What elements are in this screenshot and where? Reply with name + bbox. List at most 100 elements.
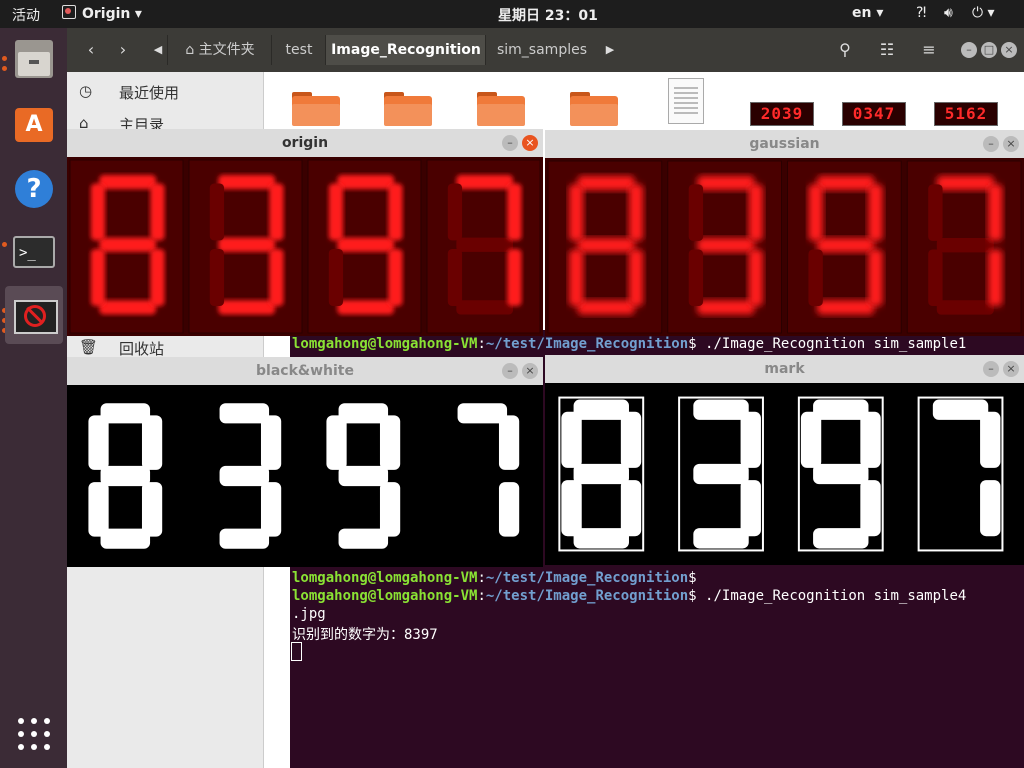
segment-a	[99, 174, 157, 190]
launcher-dock: A ? >_	[0, 28, 67, 768]
segment-a	[337, 174, 395, 190]
activities-button[interactable]: 活动	[12, 5, 40, 25]
crumb-left-arrow[interactable]: ◀	[151, 35, 165, 65]
close-icon[interactable]: ×	[522, 135, 538, 151]
segment-e	[447, 248, 463, 306]
app-menu[interactable]: Origin ▾	[62, 5, 142, 22]
image-thumbnail[interactable]: 5162	[934, 102, 998, 126]
segment-c	[260, 482, 282, 537]
window-title: gaussian	[749, 136, 820, 152]
segment-f	[326, 415, 347, 470]
language-indicator[interactable]: en ▾	[852, 5, 883, 21]
terminal-icon[interactable]: >_	[5, 224, 63, 282]
network-icon[interactable]: ⁈	[916, 5, 926, 21]
app-window-icon	[62, 5, 76, 19]
segment-b	[980, 411, 1001, 468]
terminal-line: lomgahong@lomgahong-VM:~/test/Image_Reco…	[292, 336, 966, 352]
segment-d	[577, 300, 635, 315]
segment-c	[628, 249, 644, 307]
segment-b	[620, 411, 642, 468]
view-toggle-icon[interactable]: ☷	[871, 35, 903, 65]
app-grid-icon[interactable]	[18, 718, 50, 750]
minimize-icon[interactable]: –	[961, 42, 977, 58]
segment-f	[88, 415, 109, 470]
segment-a	[932, 399, 989, 420]
chevron-down-icon: ▾	[134, 6, 142, 22]
mark-window[interactable]: mark – ×	[545, 355, 1024, 565]
prompt-separator: :	[477, 570, 486, 586]
segment-d	[218, 300, 276, 315]
files-icon[interactable]	[5, 30, 63, 88]
folder-icon[interactable]	[570, 86, 618, 126]
segment-d	[573, 528, 629, 549]
black-white-window[interactable]: black&white – ×	[67, 357, 543, 567]
gaussian-window[interactable]: gaussian – ×	[545, 130, 1024, 336]
segment-b	[740, 411, 761, 468]
prompt-separator: :	[477, 588, 486, 604]
segment-f	[688, 184, 704, 241]
segment-c	[498, 482, 520, 537]
search-icon[interactable]: ⚲	[829, 35, 861, 65]
segment-e	[328, 248, 344, 306]
volume-icon[interactable]: 🔊︎	[944, 5, 953, 21]
origin-window[interactable]: origin – ×	[67, 129, 543, 336]
segment-c	[740, 480, 761, 537]
segment-g	[936, 238, 994, 253]
segment-f	[328, 183, 344, 241]
sidebar-item-label: 回收站	[119, 340, 165, 358]
close-icon[interactable]: ×	[1003, 361, 1019, 377]
close-icon[interactable]: ×	[1001, 42, 1017, 58]
power-icon[interactable]: ⏻ ▾	[972, 5, 995, 21]
segment-e	[928, 249, 943, 307]
close-icon[interactable]: ×	[522, 363, 538, 379]
segment-c	[150, 248, 165, 306]
breadcrumb-home[interactable]: ⌂ 主文件夹	[167, 35, 272, 65]
segment-g	[813, 463, 869, 485]
segment-g	[99, 237, 157, 252]
segment-b	[260, 415, 282, 470]
segment-b	[988, 184, 1003, 241]
segment-d	[813, 528, 869, 549]
clock[interactable]: 星期日 23：01	[498, 5, 598, 25]
segment-e	[688, 249, 704, 307]
segment-d	[936, 300, 994, 315]
clock-icon: ◷	[79, 82, 93, 100]
image-thumbnail[interactable]: 0347	[842, 102, 906, 126]
origin-app-icon[interactable]	[5, 286, 63, 344]
image-thumbnail[interactable]: 2039	[750, 102, 814, 126]
sidebar-item-recent[interactable]: ◷ 最近使用	[67, 78, 263, 108]
close-icon[interactable]: ×	[1003, 136, 1019, 152]
breadcrumb-sim-samples[interactable]: sim_samples	[485, 35, 598, 65]
segment-g	[577, 238, 635, 253]
breadcrumb-test[interactable]: test	[271, 35, 326, 65]
document-icon[interactable]	[668, 78, 704, 124]
minimize-icon[interactable]: –	[983, 361, 999, 377]
help-icon[interactable]: ?	[5, 160, 63, 218]
minimize-icon[interactable]: –	[502, 135, 518, 151]
maximize-icon[interactable]: □	[981, 42, 997, 58]
minimize-icon[interactable]: –	[502, 363, 518, 379]
breadcrumb-image-recognition[interactable]: Image_Recognition	[325, 35, 486, 65]
back-button[interactable]: ‹	[77, 35, 105, 65]
segment-b	[860, 411, 881, 468]
folder-icon[interactable]	[292, 86, 340, 126]
segment-b	[388, 183, 403, 241]
recognition-result: 识别到的数字为：8397	[292, 627, 438, 643]
minimize-icon[interactable]: –	[983, 136, 999, 152]
segment-g	[218, 237, 276, 252]
segment-c	[748, 249, 763, 307]
terminal-cursor	[291, 642, 302, 661]
segment-g	[817, 238, 875, 253]
segment-a	[817, 175, 875, 191]
menu-icon[interactable]: ≡	[913, 35, 945, 65]
command-text: $	[688, 570, 697, 586]
crumb-right-arrow[interactable]: ▶	[603, 35, 617, 65]
segment-b	[628, 184, 644, 241]
segment-e	[561, 480, 582, 537]
software-center-icon[interactable]: A	[5, 96, 63, 154]
folder-icon[interactable]	[384, 86, 432, 126]
top-bar: 活动 Origin ▾ 星期日 23：01 en ▾ ⁈ 🔊︎ ⏻ ▾	[0, 0, 1024, 28]
folder-icon[interactable]	[477, 86, 525, 126]
file-manager-headerbar: ‹ › ◀ ⌂ 主文件夹 test Image_Recognition sim_…	[67, 28, 1024, 73]
forward-button[interactable]: ›	[109, 35, 137, 65]
